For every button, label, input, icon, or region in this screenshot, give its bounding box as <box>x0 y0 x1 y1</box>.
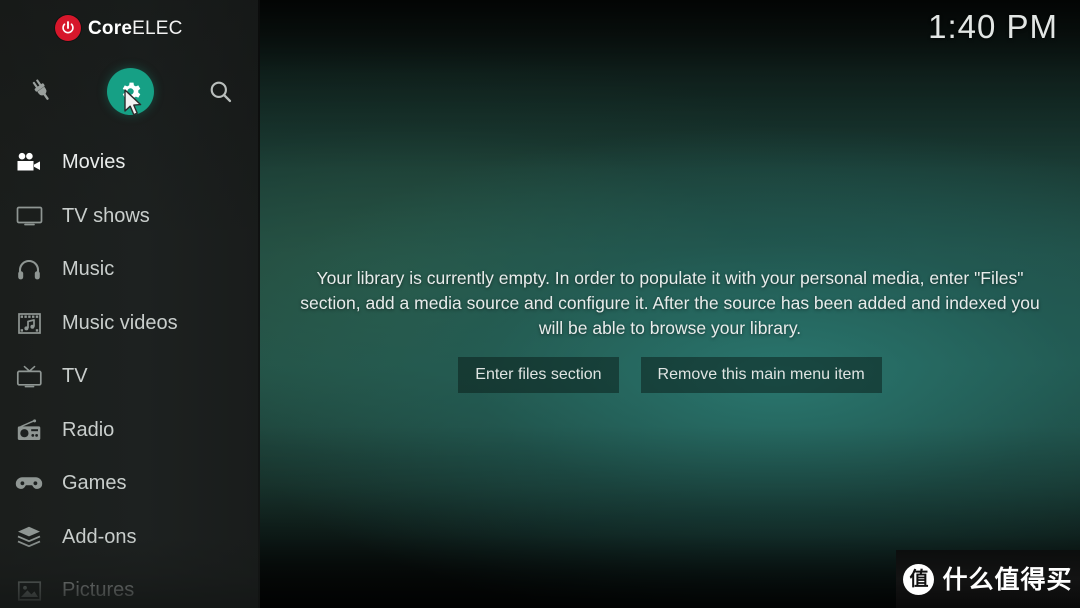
sidebar-item-label: Radio <box>62 418 115 441</box>
sidebar-item-games[interactable]: Games <box>0 457 260 511</box>
watermark-badge: 值 <box>903 563 935 595</box>
logo-core-text: Core <box>88 17 133 39</box>
gear-icon[interactable] <box>101 62 159 120</box>
television-icon <box>10 201 48 231</box>
main-content: Your library is currently empty. In orde… <box>260 0 1080 608</box>
power-plug-icon[interactable] <box>11 62 69 120</box>
tv-antenna-icon <box>10 362 48 392</box>
sidebar-item-label: TV shows <box>62 204 150 227</box>
sidebar-item-label: Movies <box>62 151 126 174</box>
action-buttons: Enter files section Remove this main men… <box>260 357 1080 393</box>
top-icon-row <box>0 62 260 122</box>
sidebar-item-music-videos[interactable]: Music videos <box>0 297 260 351</box>
logo-elec-text: ELEC <box>132 17 183 39</box>
sidebar-menu: Movies TV shows Music Music videos TV Ra… <box>0 136 260 608</box>
sidebar-item-label: TV <box>62 365 88 388</box>
sidebar-item-label: Add-ons <box>62 525 137 548</box>
sidebar-item-tv[interactable]: TV <box>0 350 260 404</box>
sidebar-item-label: Music videos <box>62 311 178 334</box>
remove-main-menu-item-button[interactable]: Remove this main menu item <box>640 357 882 393</box>
radio-icon <box>10 415 48 445</box>
headphones-icon <box>10 255 48 285</box>
movie-camera-icon <box>10 148 48 178</box>
sidebar-item-pictures[interactable]: Pictures <box>0 564 260 608</box>
watermark: 值 什么值得买 <box>896 550 1080 608</box>
corelec-logo: CoreELEC <box>55 12 183 44</box>
power-icon <box>55 15 81 41</box>
addons-box-icon <box>10 522 48 552</box>
sidebar-item-music[interactable]: Music <box>0 243 260 297</box>
film-music-icon <box>10 308 48 338</box>
sidebar-item-label: Pictures <box>62 579 135 602</box>
picture-icon <box>10 576 48 606</box>
sidebar-item-tv-shows[interactable]: TV shows <box>0 190 260 244</box>
watermark-text: 什么值得买 <box>942 564 1073 594</box>
kodi-home-screen: CoreELEC Movies TV shows Music Music vid… <box>0 0 1080 608</box>
sidebar-item-radio[interactable]: Radio <box>0 404 260 458</box>
sidebar-item-label: Music <box>62 258 115 281</box>
search-icon[interactable] <box>191 62 249 120</box>
sidebar-item-label: Games <box>62 472 127 495</box>
sidebar: CoreELEC Movies TV shows Music Music vid… <box>0 0 260 608</box>
enter-files-section-button[interactable]: Enter files section <box>458 357 619 393</box>
gamepad-icon <box>10 469 48 499</box>
sidebar-item-movies[interactable]: Movies <box>0 136 260 190</box>
sidebar-item-addons[interactable]: Add-ons <box>0 511 260 565</box>
empty-library-message: Your library is currently empty. In orde… <box>300 268 1040 338</box>
gear-icon-highlight <box>106 67 154 115</box>
